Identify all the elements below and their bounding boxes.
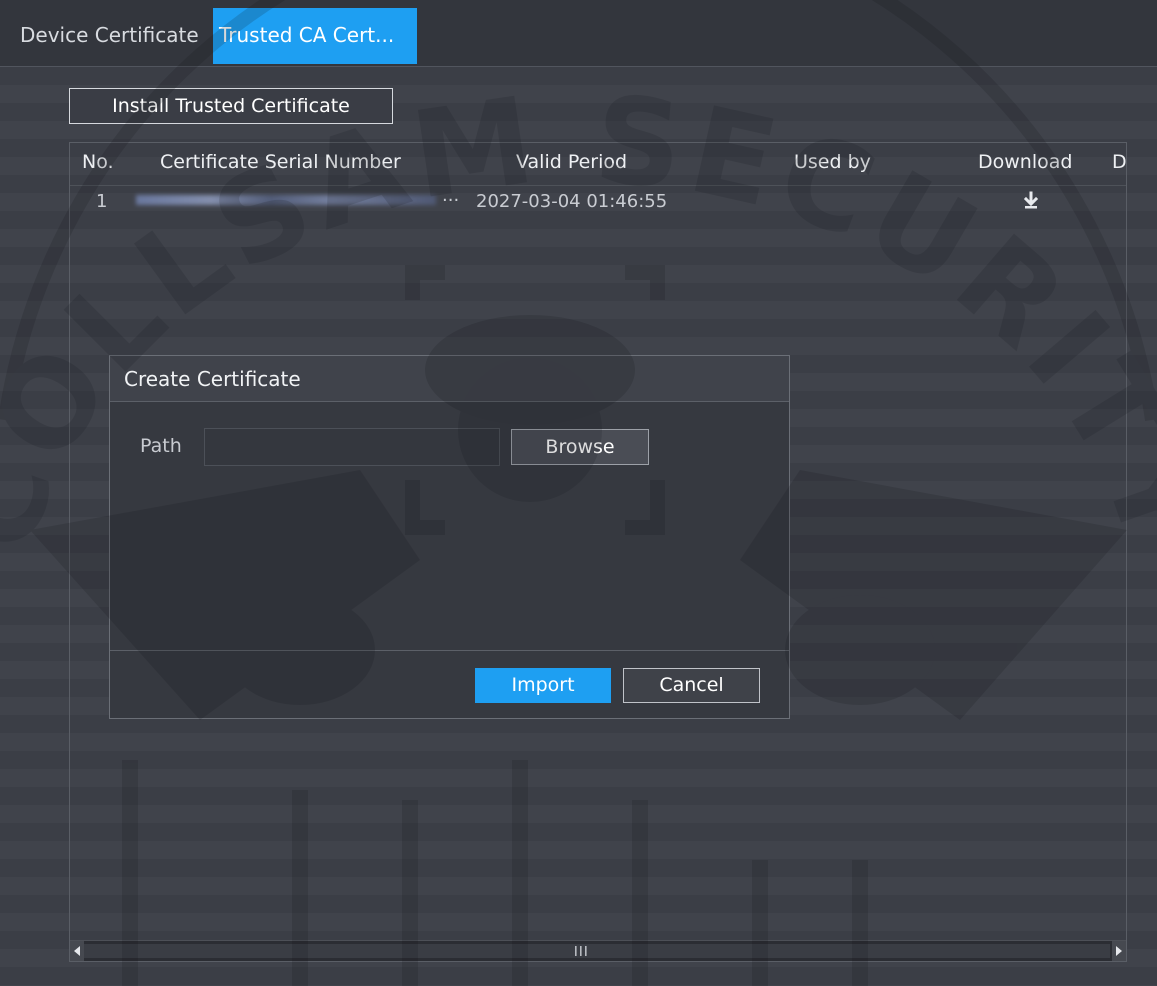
scroll-grip-icon <box>575 946 587 956</box>
column-header-download: Download <box>978 151 1073 173</box>
tab-device-certificate[interactable]: Device Certificate <box>14 8 212 64</box>
table-header: No. Certificate Serial Number Valid Peri… <box>70 143 1127 186</box>
dialog-divider <box>110 650 789 651</box>
tab-trusted-ca-certificate[interactable]: Trusted CA Cert... <box>213 8 417 64</box>
dialog-title: Create Certificate <box>110 356 789 402</box>
create-certificate-dialog: Create Certificate Path Browse Import Ca… <box>109 355 790 719</box>
path-input[interactable] <box>204 428 500 466</box>
path-label: Path <box>140 435 182 457</box>
scroll-right-arrow-icon[interactable] <box>1112 941 1126 961</box>
browse-button[interactable]: Browse <box>511 429 649 465</box>
column-header-no: No. <box>82 151 114 173</box>
scrollbar-thumb[interactable] <box>84 944 1110 958</box>
column-header-truncated: D <box>1112 151 1127 173</box>
download-icon[interactable] <box>1020 190 1042 212</box>
column-header-valid-period: Valid Period <box>516 151 628 173</box>
table-row[interactable]: 1 ... 2027-03-04 01:46:55 <box>70 185 1126 220</box>
valid-period-value: 2027-03-04 01:46:55 <box>476 191 668 212</box>
serial-ellipsis: ... <box>442 185 460 206</box>
row-number: 1 <box>96 191 108 212</box>
scroll-left-arrow-icon[interactable] <box>70 941 84 961</box>
serial-number-redacted: ... <box>132 185 459 209</box>
redacted-blur <box>136 195 436 205</box>
tab-bar: Device Certificate Trusted CA Cert... <box>0 0 1157 67</box>
column-header-used-by: Used by <box>794 151 871 173</box>
install-trusted-certificate-button[interactable]: Install Trusted Certificate <box>69 88 393 124</box>
horizontal-scrollbar[interactable] <box>70 940 1126 961</box>
import-button[interactable]: Import <box>475 668 611 703</box>
column-header-serial: Certificate Serial Number <box>160 151 401 173</box>
cancel-button[interactable]: Cancel <box>623 668 760 703</box>
